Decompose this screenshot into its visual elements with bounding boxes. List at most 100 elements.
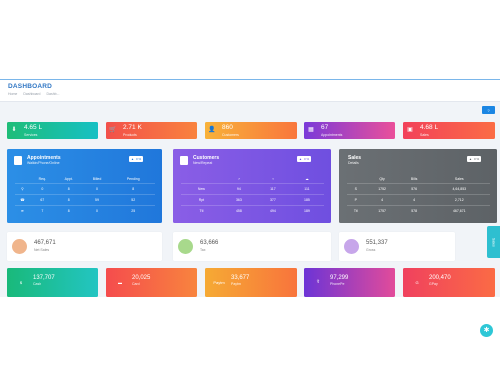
stat-value: 4.65 L: [24, 124, 43, 131]
table-row: P 4 4 2,712: [347, 193, 490, 205]
kpi-value: 551,337: [366, 240, 388, 246]
table-cell: 363: [221, 193, 256, 205]
paytm-logo-icon: Paytm: [213, 279, 225, 285]
wallet-icon: ▣: [407, 127, 413, 133]
column-header: [15, 175, 30, 183]
payment-label: Card: [132, 282, 140, 286]
payment-value: 200,470: [429, 275, 451, 281]
stat-card-customers[interactable]: 👤 860 Customers: [205, 122, 297, 139]
user-icon: [180, 156, 188, 165]
column-header: ♂: [237, 176, 241, 181]
payment-value: 20,025: [132, 275, 151, 281]
column-header: Appt.: [64, 176, 73, 181]
stat-card-appointments[interactable]: ▦ 67 Appointments: [304, 122, 395, 139]
table-cell: 1757: [364, 204, 400, 216]
table-cell: 1752: [364, 182, 400, 194]
stat-label: Products: [123, 132, 137, 137]
table-cell: 117: [255, 182, 290, 194]
payment-value: 137,707: [33, 275, 55, 281]
stat-label: Customers: [222, 132, 239, 137]
kpi-label: Gross: [366, 248, 376, 252]
payment-card-gpay[interactable]: G 200,470 GPay: [403, 268, 495, 297]
table-cell: P: [347, 193, 365, 205]
breadcrumb-current: Dashb...: [46, 92, 60, 96]
payment-value: 97,299: [330, 275, 349, 281]
table-cell: S: [347, 182, 365, 194]
column-header: Sales: [454, 176, 464, 181]
payment-label: Cash: [33, 282, 42, 286]
payment-card-card[interactable]: ▬ 20,025 Card: [106, 268, 197, 297]
phonepe-logo-icon: पे: [316, 279, 320, 284]
table-cell: 52: [111, 193, 155, 205]
stat-card-services[interactable]: ⬇ 4.65 L Services: [7, 122, 98, 139]
table-cell: 377: [255, 193, 290, 205]
wifi-icon: ≋: [15, 204, 30, 216]
table-cell: 8: [54, 204, 83, 216]
gpay-logo-icon: G: [415, 279, 419, 285]
table-row: Rpt 363 377 185: [181, 193, 324, 205]
payment-label: PhonePe: [330, 282, 345, 286]
help-button[interactable]: ?: [482, 106, 495, 114]
table-cell: 59: [82, 193, 112, 205]
chat-button[interactable]: ✱: [480, 324, 493, 337]
table-cell: 8: [54, 193, 83, 205]
payment-value: 33,677: [231, 275, 250, 281]
stat-value: 67: [321, 124, 329, 131]
column-header: [181, 175, 222, 183]
chat-icon: ✱: [483, 327, 490, 334]
table-cell: 8: [111, 182, 155, 194]
trend-icon: ▲: [299, 157, 302, 161]
page-title: DASHBOARD: [8, 83, 53, 90]
table-cell: 67: [29, 193, 55, 205]
user-icon: 👤: [208, 127, 216, 133]
kpi-value: 63,666: [200, 240, 219, 246]
cart-icon: 🛒: [109, 127, 117, 133]
walkin-icon: ⚲: [15, 182, 30, 194]
sales-panel: Sales Details ▲ 0 % Qty Bills Sales S 1752 576…: [339, 149, 497, 223]
stat-label: Appointments: [321, 132, 343, 137]
table-cell: 0: [82, 204, 112, 216]
table-cell: 494: [255, 204, 290, 216]
table-cell: 7: [29, 204, 55, 216]
table-cell: New: [181, 182, 222, 194]
table-cell: 0: [29, 182, 55, 194]
stat-label: Services: [24, 132, 38, 137]
kpi-value: 467,671: [34, 240, 56, 246]
kpi-label: Tax: [200, 248, 206, 252]
trend-icon: ▲: [131, 157, 134, 161]
column-header: Qty: [379, 176, 385, 181]
kpi-card-net-sales[interactable]: 467,671 Net Sales: [7, 232, 162, 261]
breadcrumb-dashboard[interactable]: Dashboard: [23, 92, 40, 96]
phone-icon: ☎: [15, 193, 30, 205]
kpi-card-gross[interactable]: 551,337 Gross: [339, 232, 455, 261]
payment-card-cash[interactable]: $137,707 Cash: [7, 268, 98, 297]
table-cell: 8: [54, 182, 83, 194]
stat-value: 860: [222, 124, 233, 131]
stat-value: 2.71 K: [123, 124, 142, 131]
table-cell: 185: [289, 193, 324, 205]
table-cell: 467,671: [428, 204, 490, 216]
stat-value: 4.68 L: [420, 124, 439, 131]
table-cell: 576: [399, 182, 429, 194]
table-cell: 4,64,853: [428, 182, 490, 194]
payment-card-paytm[interactable]: Paytm 33,677 Paytm: [205, 268, 297, 297]
table-row: Ttl 458 494 189: [181, 204, 324, 216]
customers-badge: ▲ 0 %: [297, 156, 312, 162]
payment-card-phonepe[interactable]: पे 97,299 PhonePe: [304, 268, 395, 297]
table-cell: Rpt: [181, 193, 222, 205]
table-cell: 4: [399, 193, 429, 205]
dashboard-frame: DASHBOARD Home Dashboard Dashb... ? ⬇ 4.6…: [0, 79, 500, 337]
column-header: ♀: [271, 176, 275, 181]
kpi-card-tax[interactable]: 63,666 Tax: [173, 232, 331, 261]
table-cell: 458: [221, 204, 256, 216]
stat-card-sales[interactable]: ▣ 4.68 L Sales: [403, 122, 495, 139]
download-icon: ⬇: [11, 127, 17, 133]
breadcrumb-home[interactable]: Home: [8, 92, 17, 96]
column-header: Bills: [410, 176, 418, 181]
side-tab[interactable]: Sales: [487, 226, 500, 258]
stat-card-products[interactable]: 🛒 2.71 K Products: [106, 122, 197, 139]
appointments-badge: ▲ 0 %: [129, 156, 144, 162]
payment-label: GPay: [429, 282, 438, 286]
trend-icon: ▲: [469, 157, 472, 161]
table-cell: Ttl: [181, 204, 222, 216]
